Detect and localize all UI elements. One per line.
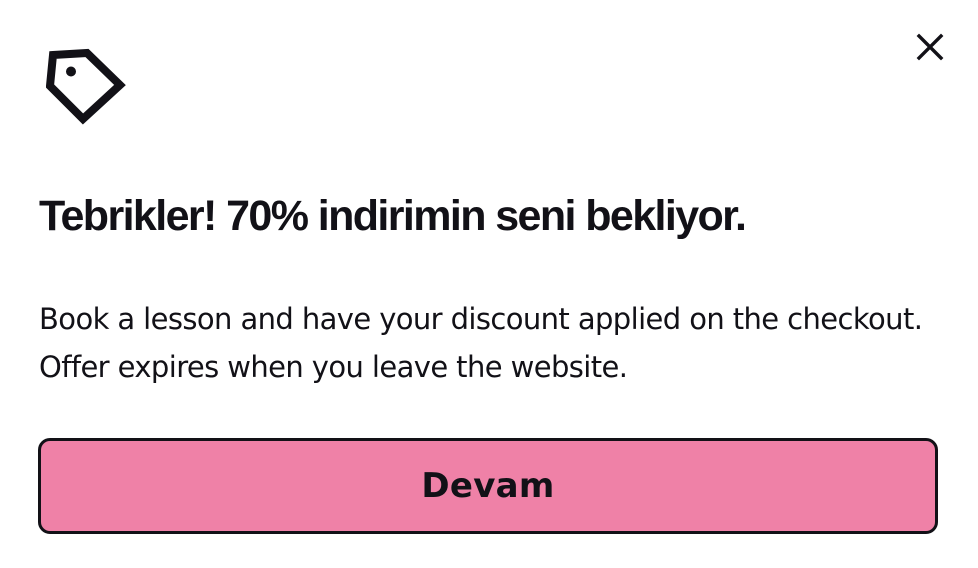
close-button[interactable]	[910, 27, 950, 67]
price-tag-icon	[45, 47, 126, 125]
modal-title: Tebrikler! 70% indirimin seni bekliyor.	[39, 192, 747, 240]
close-icon[interactable]	[916, 33, 944, 61]
continue-button-label: Devam	[421, 466, 555, 506]
discount-modal: Tebrikler! 70% indirimin seni bekliyor. …	[0, 0, 978, 568]
modal-description: Book a lesson and have your discount app…	[39, 302, 923, 384]
continue-button[interactable]: Devam	[38, 438, 938, 534]
